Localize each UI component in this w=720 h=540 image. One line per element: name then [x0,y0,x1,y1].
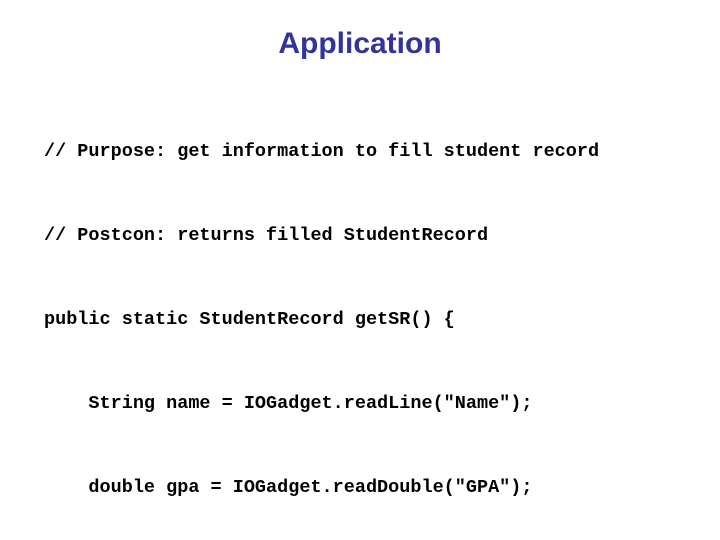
code-line: public static StudentRecord getSR() { [44,309,455,330]
slide: Application // Purpose: get information … [0,0,720,540]
page-title: Application [278,27,442,60]
code-line: double gpa = IOGadget.readDouble("GPA"); [44,477,533,498]
code-line: // Purpose: get information to fill stud… [44,141,600,162]
code-block: // Purpose: get information to fill stud… [44,82,716,540]
code-line: String name = IOGadget.readLine("Name"); [44,393,533,414]
code-line: // Postcon: returns filled StudentRecord [44,225,489,246]
